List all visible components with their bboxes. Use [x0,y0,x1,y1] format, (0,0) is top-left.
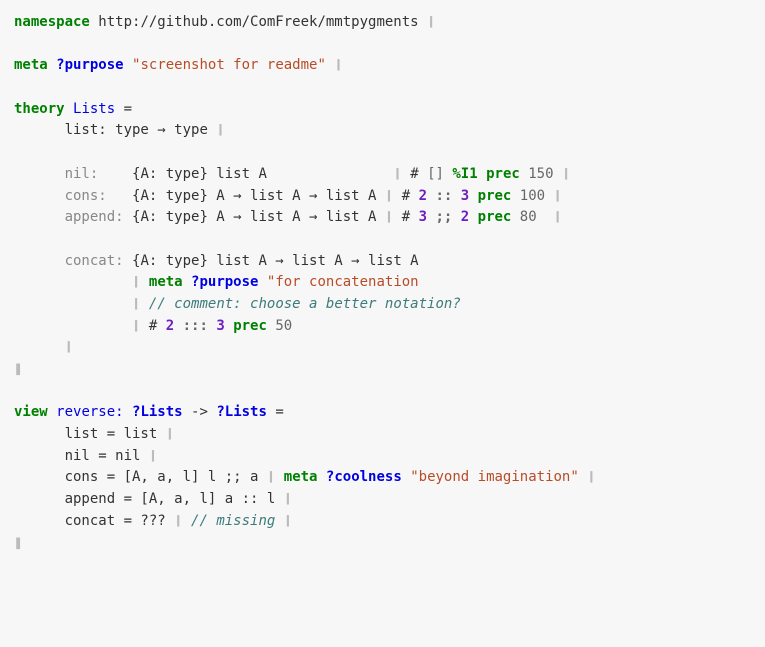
pct-token: %I1 [452,166,477,182]
keyword-prec: prec [469,188,511,204]
arg1: 2 [410,188,427,204]
prec-value: 50 [267,318,292,334]
decl-nil-body: {A: type} list A [124,166,385,182]
keyword-meta: meta [149,274,183,290]
prec-value: 100 [511,188,545,204]
assign-concat: concat = ??? [65,513,175,529]
meta-ref: ?purpose [56,57,123,73]
assign-list: list = list [65,426,158,442]
decl-append-key: append: [65,209,124,225]
delimiter-icon: ❙ [554,188,562,204]
delimiter-icon: ❙ [149,448,157,464]
arg2: 3 [208,318,225,334]
theory-name: Lists [73,101,115,117]
notation-sym: [] [419,166,453,182]
view-domain: ?Lists [124,404,183,420]
delimiter-icon: ❙ [393,166,401,182]
view-name: reverse: [56,404,123,420]
delimiter-icon: ❙ [562,166,570,182]
prec-value: 150 [520,166,554,182]
decl-cons-body: {A: type} A → list A → list A [124,188,377,204]
delimiter-icon: ❙ [267,469,275,485]
delimiter-icon: ❙ [166,426,174,442]
decl-cons-key: cons: [65,188,107,204]
module-delimiter-icon: ❚ [14,535,22,551]
comment: // comment: choose a better notation? [149,296,461,312]
meta-ref: ?coolness [317,469,401,485]
assign-append: append = [A, a, l] a :: l [65,491,276,507]
delimiter-icon: ❙ [132,296,140,312]
op-cons: :: [427,188,452,204]
comment: // missing [191,513,275,529]
decl-concat-key: concat: [65,253,124,269]
keyword-prec: prec [469,209,511,225]
delimiter-icon: ❙ [174,513,182,529]
arg2: 2 [452,209,469,225]
delimiter-icon: ❙ [65,339,73,355]
op-append: ;; [427,209,452,225]
keyword-prec: prec [225,318,267,334]
arrow: -> [183,404,208,420]
pad [107,188,124,204]
keyword-theory: theory [14,101,65,117]
keyword-meta: meta [284,469,318,485]
delimiter-icon: ❙ [334,57,342,73]
meta-string: "for concatenation [258,274,418,290]
delimiter-icon: ❙ [132,274,140,290]
op-concat: ::: [174,318,208,334]
hash: # [410,166,418,182]
decl-concat-body: {A: type} list A → list A → list A [124,253,419,269]
prec-value: 80 [511,209,545,225]
delimiter-icon: ❙ [284,491,292,507]
module-delimiter-icon: ❚ [14,361,22,377]
meta-ref: ?purpose [183,274,259,290]
arg2: 3 [452,188,469,204]
pad [98,166,123,182]
delimiter-icon: ❙ [427,14,435,30]
delimiter-icon: ❙ [132,318,140,334]
keyword-view: view [14,404,48,420]
assign-cons: cons = [A, a, l] l ;; a [65,469,259,485]
keyword-prec: prec [478,166,520,182]
keyword-namespace: namespace [14,14,90,30]
decl-append-body: {A: type} A → list A → list A [124,209,377,225]
meta-string: "beyond imagination" [402,469,579,485]
decl-nil-key: nil: [65,166,99,182]
view-codomain: ?Lists [208,404,267,420]
keyword-meta: meta [14,57,48,73]
delimiter-icon: ❙ [587,469,595,485]
namespace-url: http://github.com/ComFreek/mmtpygments [98,14,418,30]
equals: = [124,101,132,117]
hash: # [393,188,410,204]
assign-nil: nil = nil [65,448,141,464]
decl-list: list: type → type [65,122,208,138]
code-block: namespace http://github.com/ComFreek/mmt… [0,0,765,566]
arg1: 2 [157,318,174,334]
equals: = [267,404,284,420]
delimiter-icon: ❙ [284,513,292,529]
hash: # [393,209,410,225]
meta-string: "screenshot for readme" [132,57,326,73]
arg1: 3 [410,209,427,225]
delimiter-icon: ❙ [216,122,224,138]
delimiter-icon: ❙ [554,209,562,225]
